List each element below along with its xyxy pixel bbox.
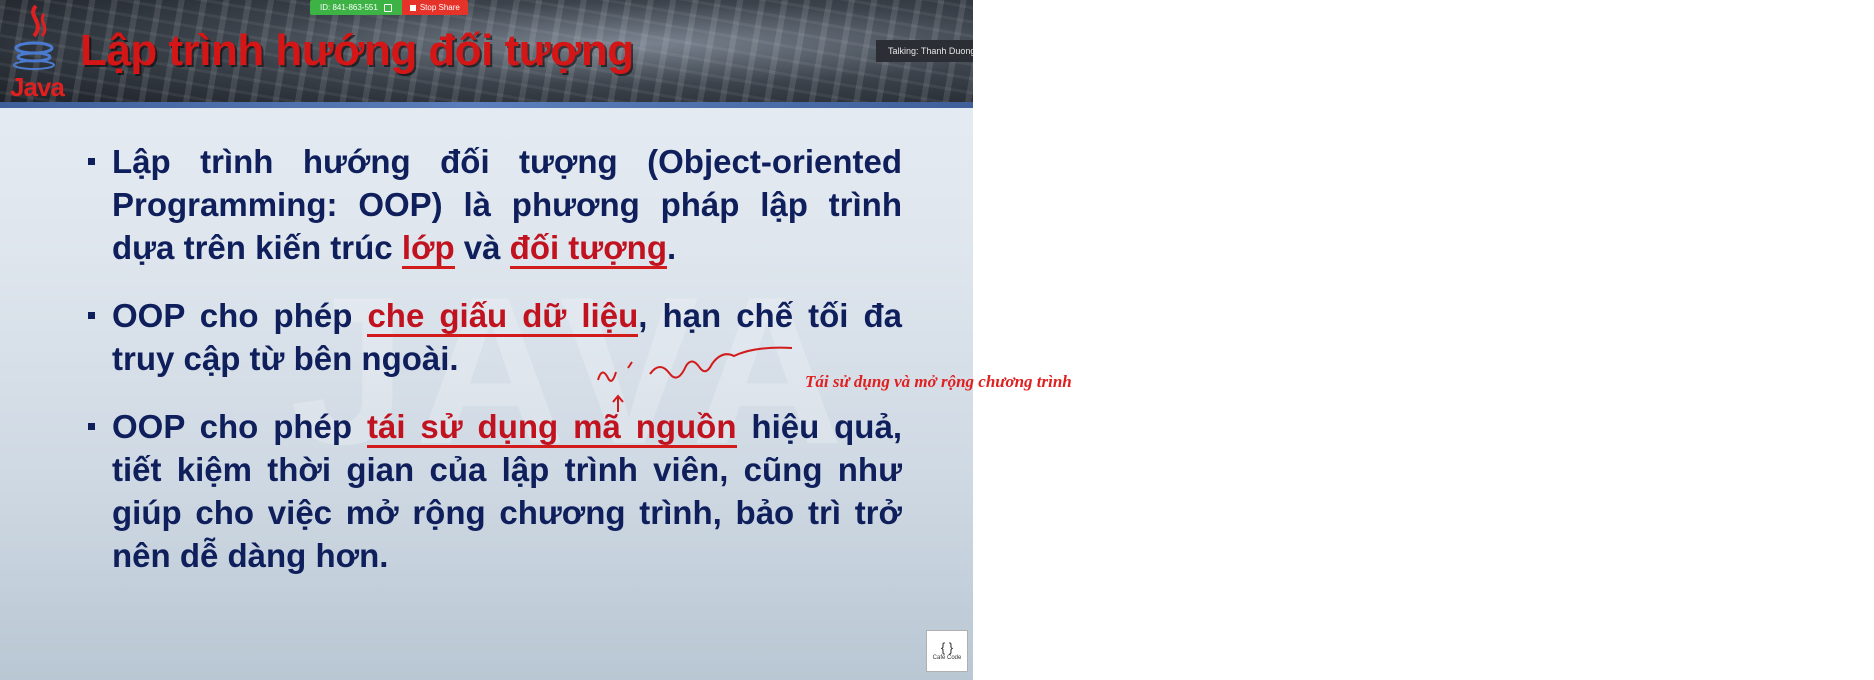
stop-share-label: Stop Share <box>419 3 460 12</box>
bullet-text: OOP cho phép <box>112 297 368 334</box>
bullet-text: OOP cho phép <box>112 408 367 445</box>
screen-share-bar: ID: 841-863-551 Stop Share <box>310 0 468 15</box>
highlight-text: lớp <box>401 229 455 269</box>
stop-icon <box>409 4 416 11</box>
slide-title: Lập trình hướng đối tượng <box>80 26 634 75</box>
java-logo-text: Java <box>10 72 65 102</box>
meeting-id-badge[interactable]: ID: 841-863-551 <box>310 0 402 15</box>
java-cup-icon <box>13 4 55 70</box>
cafe-code-logo-text: Cafe Code <box>932 654 962 661</box>
cafe-code-logo: { } Cafe Code <box>926 630 968 672</box>
bullet-list: Lập trình hướng đối tượng (Object-orient… <box>86 140 902 602</box>
highlight-text: tái sử dụng mã nguồn <box>366 408 737 448</box>
bullet-text: và <box>454 229 510 266</box>
shared-slide: Java Lập trình hướng đối tượng ID: 841-8… <box>0 0 973 680</box>
highlight-text: che giấu dữ liệu <box>367 297 639 337</box>
bullet-item: Lập trình hướng đối tượng (Object-orient… <box>86 140 902 269</box>
java-logo: Java <box>6 2 65 102</box>
highlight-text: đối tượng <box>509 229 667 269</box>
bullet-text: . <box>666 229 677 266</box>
meeting-id-text: ID: 841-863-551 <box>320 3 378 12</box>
annotation-caption: Tái sử dụng và mở rộng chương trình <box>805 372 1072 391</box>
bullet-item: OOP cho phép tái sử dụng mã nguồn hiệu q… <box>86 405 902 577</box>
lock-icon <box>383 3 392 12</box>
bullet-item: OOP cho phép che giấu dữ liệu, hạn chế t… <box>86 294 902 380</box>
code-brace-icon: { } <box>940 639 954 655</box>
talking-indicator: Talking: Thanh Duong <box>876 40 973 62</box>
stop-share-button[interactable]: Stop Share <box>401 0 468 15</box>
